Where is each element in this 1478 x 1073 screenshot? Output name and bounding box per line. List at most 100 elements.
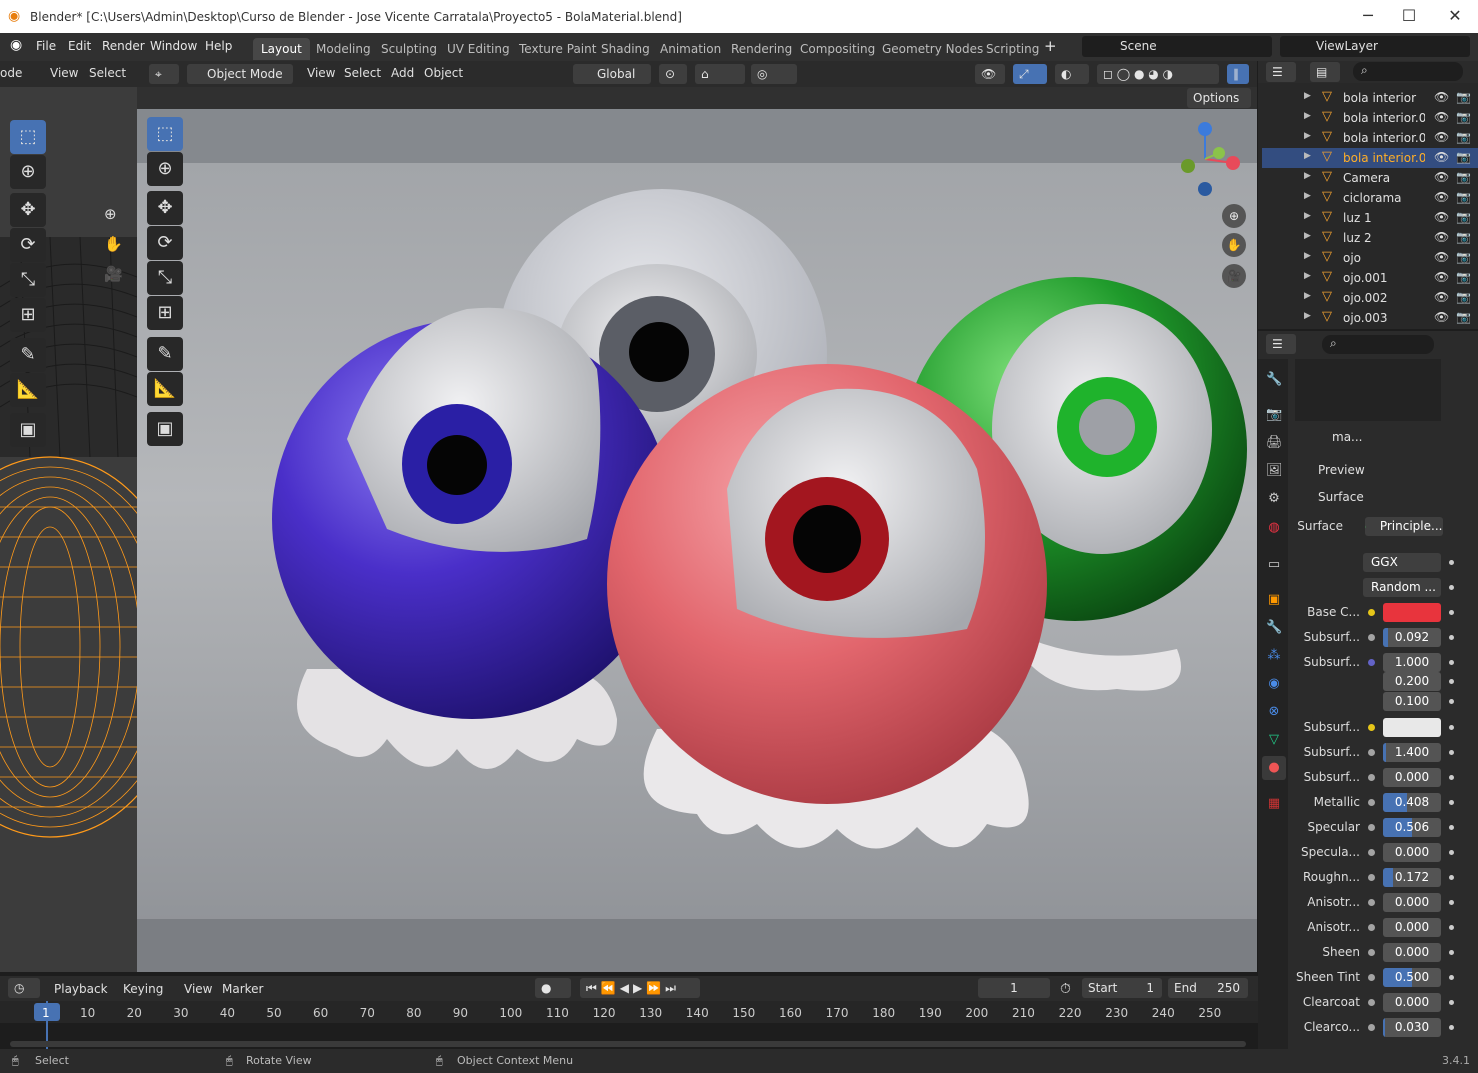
surface-shader-field[interactable]: ● Principle... (1365, 517, 1443, 536)
mode-dropdown[interactable]: Object Mode (187, 64, 293, 84)
cursor-tool[interactable]: ⊕ (147, 152, 183, 186)
expand-arrow-icon[interactable]: ▶ (1304, 171, 1311, 181)
outliner-item[interactable]: ▶ ▽ ojo 👁 📷 (1262, 248, 1478, 268)
world-tab-icon[interactable]: ◍ (1266, 520, 1282, 536)
property-value-field[interactable]: 1.400 (1383, 743, 1441, 762)
collection-tab-icon[interactable]: ▭ (1266, 557, 1282, 573)
output-tab-icon[interactable]: 🖨 (1266, 435, 1283, 451)
left-move-tool[interactable]: ✥ (10, 193, 46, 227)
eye-icon[interactable]: 👁 (1434, 210, 1449, 224)
overlay-toggle[interactable]: ◐ (1055, 64, 1089, 84)
menu-select[interactable]: Select (344, 66, 381, 80)
left-rotate-tool[interactable]: ⟳ (10, 228, 46, 262)
property-value-field[interactable]: 0.172 (1383, 868, 1441, 887)
outliner-item[interactable]: ▶ ▽ ojo.001 👁 📷 (1262, 268, 1478, 288)
add-workspace-icon[interactable]: + (1044, 37, 1057, 55)
camera-render-icon[interactable]: 📷 (1456, 290, 1471, 304)
add-cube-tool[interactable]: ▣ (147, 412, 183, 446)
expand-arrow-icon[interactable]: ▶ (1304, 91, 1311, 101)
tab-rendering[interactable]: Rendering (723, 38, 800, 60)
menu-file[interactable]: File (36, 39, 56, 53)
outliner-item[interactable]: ▶ ▽ luz 2 👁 📷 (1262, 228, 1478, 248)
zoom-icon[interactable]: ⊕ (1222, 204, 1246, 228)
left-camera-icon[interactable]: 🎥 (104, 265, 123, 283)
outliner-display-mode[interactable]: ▤ (1310, 62, 1340, 82)
outliner-item[interactable]: ▶ ▽ bola interior 👁 📷 (1262, 88, 1478, 108)
tab-shading[interactable]: Shading (593, 38, 658, 60)
outliner-item[interactable]: ▶ ▽ bola interior.0 👁 📷 (1262, 108, 1478, 128)
outliner-item[interactable]: ▶ ▽ ojo.003 👁 📷 (1262, 308, 1478, 328)
property-value-field[interactable]: 0.030 (1383, 1018, 1441, 1037)
viewport-3d[interactable]: ⬚ ⊕ ✥ ⟳ ⤡ ⊞ ✎ 📐 ▣ ⊕ ✋ 🎥 (137, 109, 1257, 972)
rotate-tool[interactable]: ⟳ (147, 226, 183, 260)
properties-search-input[interactable]: ⌕ (1322, 335, 1434, 354)
left-zoom-icon[interactable]: ⊕ (104, 205, 117, 223)
property-value-field[interactable]: 0.000 (1383, 768, 1441, 787)
editor-type-button[interactable]: ⌖ (149, 64, 179, 84)
properties-editor-type[interactable]: ☰ (1266, 334, 1296, 354)
outliner-item[interactable]: ▶ ▽ ciclorama 👁 📷 (1262, 188, 1478, 208)
menu-add[interactable]: Add (391, 66, 414, 80)
pan-icon[interactable]: ✋ (1222, 233, 1246, 257)
eye-icon[interactable]: 👁 (1434, 170, 1449, 184)
camera-render-icon[interactable]: 📷 (1456, 250, 1471, 264)
scale-tool[interactable]: ⤡ (147, 261, 183, 295)
property-value-field[interactable]: 0.200 (1383, 672, 1441, 691)
property-value-field[interactable]: 0.506 (1383, 818, 1441, 837)
scene-tab-icon[interactable]: ⚙ (1266, 491, 1282, 507)
expand-arrow-icon[interactable]: ▶ (1304, 111, 1311, 121)
menu-help[interactable]: Help (205, 39, 232, 53)
viewlayer-selector[interactable]: ViewLayer (1280, 36, 1470, 57)
physics-tab-icon[interactable]: ◉ (1266, 676, 1282, 692)
camera-render-icon[interactable]: 📷 (1456, 110, 1471, 124)
base-color-swatch[interactable] (1383, 603, 1441, 622)
eye-icon[interactable]: 👁 (1434, 230, 1449, 244)
left-transform-tool[interactable]: ⊞ (10, 298, 46, 332)
visibility-dropdown[interactable]: 👁 (975, 64, 1005, 84)
left-select-tool[interactable]: ⬚ (10, 120, 46, 154)
select-box-tool[interactable]: ⬚ (147, 117, 183, 151)
distribution-dropdown[interactable]: GGX (1363, 553, 1441, 572)
left-annotate-tool[interactable]: ✎ (10, 338, 46, 372)
property-value-field[interactable]: 0.000 (1383, 993, 1441, 1012)
subsurface-method-dropdown[interactable]: Random ... (1363, 578, 1441, 597)
playback-controls[interactable]: ⏮⏪◀▶⏩⏭ (580, 978, 700, 998)
tab-compositing[interactable]: Compositing (792, 38, 883, 60)
material-slots-list[interactable] (1295, 359, 1441, 421)
left-mode-fragment[interactable]: ode (0, 66, 22, 80)
blender-menu-icon[interactable]: ◉ (10, 37, 22, 53)
annotate-tool[interactable]: ✎ (147, 337, 183, 371)
gizmo-toggle[interactable]: ⤢ (1013, 64, 1047, 84)
tab-modeling[interactable]: Modeling (308, 38, 379, 60)
navigation-gizmo[interactable] (1167, 119, 1243, 199)
move-tool[interactable]: ✥ (147, 191, 183, 225)
property-value-field[interactable]: 1.000 (1383, 653, 1441, 672)
camera-render-icon[interactable]: 📷 (1456, 230, 1471, 244)
property-value-field[interactable]: 0.000 (1383, 893, 1441, 912)
expand-arrow-icon[interactable]: ▶ (1304, 271, 1311, 281)
view-layer-tab-icon[interactable]: 🖼 (1266, 463, 1283, 479)
options-dropdown[interactable]: Options ⌄ (1187, 88, 1251, 125)
record-button[interactable]: ● (535, 978, 571, 998)
camera-view-icon[interactable]: 🎥 (1222, 264, 1246, 288)
tool-tab-icon[interactable]: 🔧 (1266, 372, 1282, 388)
timeline-marker-menu[interactable]: Marker (222, 982, 263, 996)
outliner-editor-type[interactable]: ☰ (1266, 62, 1296, 82)
camera-render-icon[interactable]: 📷 (1456, 270, 1471, 284)
left-scale-tool[interactable]: ⤡ (10, 263, 46, 297)
property-value-field[interactable]: 0.100 (1383, 692, 1441, 711)
measure-tool[interactable]: 📐 (147, 372, 183, 406)
eye-icon[interactable]: 👁 (1434, 290, 1449, 304)
left-viewport[interactable]: ⬚ ⊕ ✥ ⟳ ⤡ ⊞ ✎ 📐 ▣ ⊕ ✋ 🎥 (0, 87, 137, 972)
expand-arrow-icon[interactable]: ▶ (1304, 311, 1311, 321)
eye-icon[interactable]: 👁 (1434, 250, 1449, 264)
particles-tab-icon[interactable]: ⁂ (1266, 648, 1282, 664)
camera-render-icon[interactable]: 📷 (1456, 90, 1471, 104)
menu-edit[interactable]: Edit (68, 39, 91, 53)
property-value-field[interactable]: 0.092 (1383, 628, 1441, 647)
tab-scripting[interactable]: Scripting (978, 38, 1047, 60)
maximize-button[interactable]: ☐ (1386, 4, 1432, 28)
eye-icon[interactable]: 👁 (1434, 310, 1449, 324)
outliner-item[interactable]: ▶ ▽ Camera 👁 📷 (1262, 168, 1478, 188)
expand-arrow-icon[interactable]: ▶ (1304, 131, 1311, 141)
